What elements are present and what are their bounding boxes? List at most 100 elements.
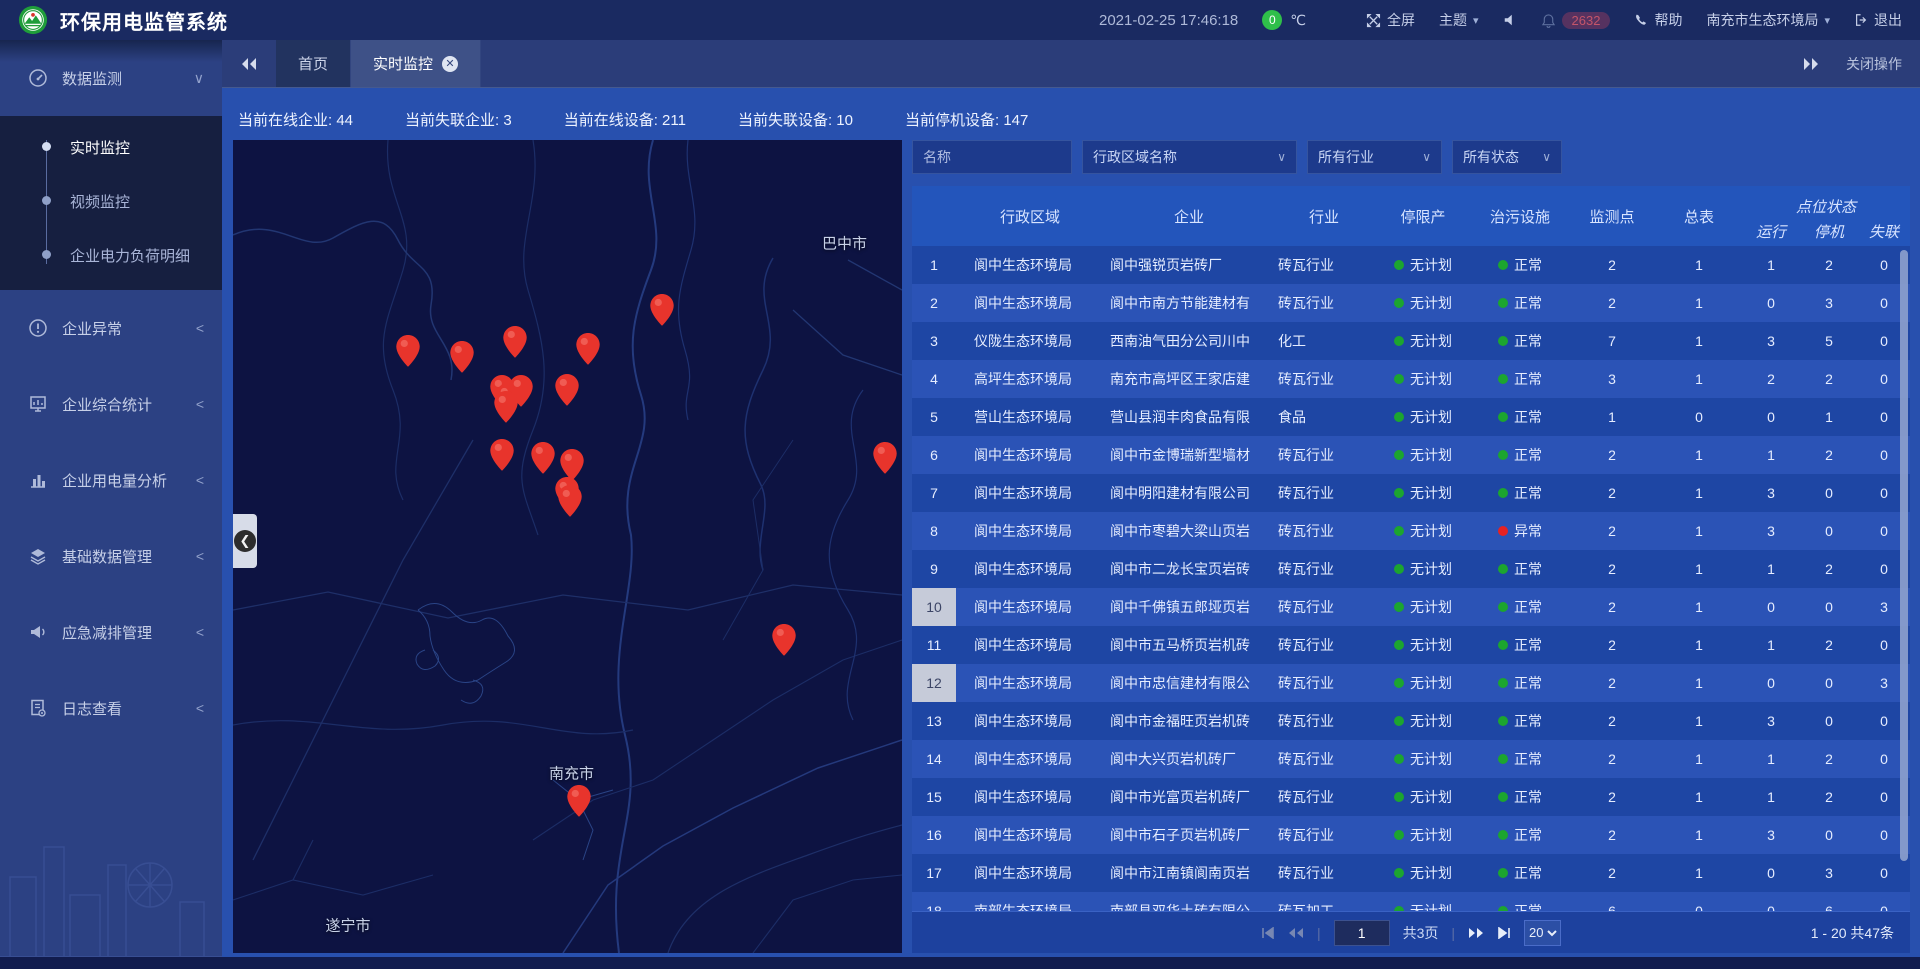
theme-dropdown[interactable]: 主题 ▾ [1439, 10, 1479, 30]
table-row[interactable]: 7阆中生态环境局阆中明阳建材有限公司砖瓦行业无计划正常21300 [912, 474, 1910, 512]
notifications-button[interactable]: 2632 [1541, 12, 1611, 29]
sidebar-group-electricity-analysis[interactable]: 企业用电量分析 < [0, 442, 222, 518]
map-collapse-button[interactable]: ❮ [233, 514, 257, 568]
map-pin[interactable] [502, 325, 528, 359]
map-pin[interactable] [449, 340, 475, 374]
table-row[interactable]: 12阆中生态环境局阆中市忠信建材有限公砖瓦行业无计划正常21003 [912, 664, 1910, 702]
name-search-input[interactable] [912, 140, 1072, 174]
table-row[interactable]: 9阆中生态环境局阆中市二龙长宝页岩砖砖瓦行业无计划正常21120 [912, 550, 1910, 588]
table-row[interactable]: 13阆中生态环境局阆中市金福旺页岩机砖砖瓦行业无计划正常21300 [912, 702, 1910, 740]
sidebar-item-video-monitoring[interactable]: 视频监控 [0, 174, 222, 228]
table-row[interactable]: 18南部生态环境局南部县双华土砖有限公砖瓦加工无计划正常60060 [912, 892, 1910, 911]
map-pin[interactable] [530, 441, 556, 475]
table-row[interactable]: 4高坪生态环境局南充市高坪区王家店建砖瓦行业无计划正常31220 [912, 360, 1910, 398]
table-row[interactable]: 15阆中生态环境局阆中市光富页岩机砖厂砖瓦行业无计划正常21120 [912, 778, 1910, 816]
map-pin[interactable] [771, 623, 797, 657]
sidebar-item-realtime-monitoring[interactable]: 实时监控 [0, 120, 222, 174]
map-panel[interactable]: 巴中市南充市遂宁市 ❮ [233, 140, 902, 953]
row-meter-count: 1 [1656, 637, 1742, 653]
main-area: 首页 实时监控 ✕ 关闭操作 当前在线企业: 44当前失联企业: 3当前在线设备… [222, 40, 1920, 957]
first-page-button[interactable] [1261, 927, 1275, 939]
temperature-unit: ℃ [1290, 12, 1306, 29]
table-scrollbar[interactable] [1900, 250, 1908, 907]
map-pin[interactable] [872, 440, 898, 474]
sidebar-group-enterprise-abnormal[interactable]: 企业异常 < [0, 290, 222, 366]
region-filter-select[interactable]: 行政区域名称 ∨ [1082, 140, 1297, 174]
last-page-button[interactable] [1497, 927, 1511, 939]
sidebar-group-basic-data[interactable]: 基础数据管理 < [0, 518, 222, 594]
table-row[interactable]: 8阆中生态环境局阆中市枣碧大梁山页岩砖瓦行业无计划异常21300 [912, 512, 1910, 550]
content-panels: 巴中市南充市遂宁市 ❮ 行政区域名称 ∨ 所有行业 ∨ [222, 140, 1920, 953]
tabs-scroll-left-button[interactable] [222, 40, 276, 87]
scrollbar-thumb[interactable] [1900, 250, 1908, 861]
row-facility-status-label: 正常 [1514, 369, 1542, 389]
row-facility-status-label: 正常 [1514, 635, 1542, 655]
sidebar-group-emergency-reduction[interactable]: 应急减排管理 < [0, 594, 222, 670]
row-industry: 砖瓦加工 [1274, 901, 1374, 911]
map-pin[interactable] [557, 484, 583, 518]
pin-icon [771, 623, 797, 657]
table-row[interactable]: 16阆中生态环境局阆中市石子页岩机砖厂砖瓦行业无计划正常21300 [912, 816, 1910, 854]
row-stop-status-label: 无计划 [1410, 293, 1452, 313]
table-row[interactable]: 10阆中生态环境局阆中千佛镇五郎垭页岩砖瓦行业无计划正常21003 [912, 588, 1910, 626]
sidebar-item-power-load-detail[interactable]: 企业电力负荷明细 [0, 228, 222, 282]
map-pin[interactable] [575, 332, 601, 366]
map-pin[interactable] [554, 373, 580, 407]
table-row[interactable]: 17阆中生态环境局阆中市江南镇阆南页岩砖瓦行业无计划正常21030 [912, 854, 1910, 892]
table-row[interactable]: 14阆中生态环境局阆中大兴页岩机砖厂砖瓦行业无计划正常21120 [912, 740, 1910, 778]
status-dot [1498, 450, 1508, 460]
table-row[interactable]: 3仪陇生态环境局西南油气田分公司川中化工无计划正常71350 [912, 322, 1910, 360]
map-pin[interactable] [395, 334, 421, 368]
double-arrow-right-icon[interactable] [1802, 57, 1820, 71]
row-region: 营山生态环境局 [956, 407, 1104, 427]
row-stop-status-label: 无计划 [1410, 863, 1452, 883]
row-facility-status: 正常 [1472, 369, 1568, 389]
row-run-count: 1 [1742, 447, 1800, 463]
row-index: 11 [912, 626, 956, 664]
row-stop-status-label: 无计划 [1410, 521, 1452, 541]
map-pin[interactable] [566, 784, 592, 818]
status-dot [1394, 450, 1404, 460]
sidebar-group-enterprise-statistics[interactable]: 企业综合统计 < [0, 366, 222, 442]
row-industry: 砖瓦行业 [1274, 521, 1374, 541]
org-dropdown[interactable]: 南充市生态环境局 ▾ [1706, 10, 1830, 30]
help-button[interactable]: 帮助 [1634, 10, 1682, 30]
table-row[interactable]: 1阆中生态环境局阆中强锐页岩砖厂砖瓦行业无计划正常21120 [912, 246, 1910, 284]
row-meter-count: 1 [1656, 713, 1742, 729]
row-run-count: 0 [1742, 903, 1800, 911]
tab-realtime-monitoring[interactable]: 实时监控 ✕ [351, 40, 481, 87]
fullscreen-button[interactable]: 全屏 [1366, 10, 1415, 30]
row-facility-status-label: 正常 [1514, 407, 1542, 427]
table-panel: 行政区域名称 ∨ 所有行业 ∨ 所有状态 ∨ 行政区域 企业 [912, 140, 1910, 953]
sidebar-group-data-monitoring[interactable]: 数据监测 ∨ [0, 40, 222, 116]
status-filter-select[interactable]: 所有状态 ∨ [1452, 140, 1562, 174]
sound-toggle-button[interactable] [1503, 13, 1517, 27]
close-operations-button[interactable]: 关闭操作 [1846, 54, 1902, 74]
tab-home[interactable]: 首页 [276, 40, 351, 87]
page-size-select[interactable]: 20 [1524, 920, 1561, 946]
row-down-count: 2 [1800, 637, 1858, 653]
row-region: 阆中生态环境局 [956, 635, 1104, 655]
page-number-input[interactable] [1334, 920, 1390, 946]
industry-filter-select[interactable]: 所有行业 ∨ [1307, 140, 1442, 174]
row-industry: 砖瓦行业 [1274, 445, 1374, 465]
fullscreen-label: 全屏 [1387, 10, 1415, 30]
row-company: 营山县润丰肉食品有限 [1104, 407, 1274, 427]
table-row[interactable]: 5营山生态环境局营山县润丰肉食品有限食品无计划正常10010 [912, 398, 1910, 436]
table-row[interactable]: 2阆中生态环境局阆中市南方节能建材有砖瓦行业无计划正常21030 [912, 284, 1910, 322]
sidebar-group-log-view[interactable]: 日志查看 < [0, 670, 222, 746]
map-pin[interactable] [649, 293, 675, 327]
map-pin[interactable] [493, 390, 519, 424]
previous-page-button[interactable] [1288, 927, 1304, 939]
tab-close-icon[interactable]: ✕ [442, 56, 458, 72]
row-region: 阆中生态环境局 [956, 863, 1104, 883]
table-row[interactable]: 11阆中生态环境局阆中市五马桥页岩机砖砖瓦行业无计划正常21120 [912, 626, 1910, 664]
logout-button[interactable]: 退出 [1854, 10, 1902, 30]
next-page-button[interactable] [1468, 927, 1484, 939]
phone-icon [1634, 13, 1648, 27]
row-facility-status: 正常 [1472, 293, 1568, 313]
row-meter-count: 1 [1656, 447, 1742, 463]
row-meter-count: 1 [1656, 485, 1742, 501]
map-pin[interactable] [489, 438, 515, 472]
table-row[interactable]: 6阆中生态环境局阆中市金博瑞新型墙材砖瓦行业无计划正常21120 [912, 436, 1910, 474]
